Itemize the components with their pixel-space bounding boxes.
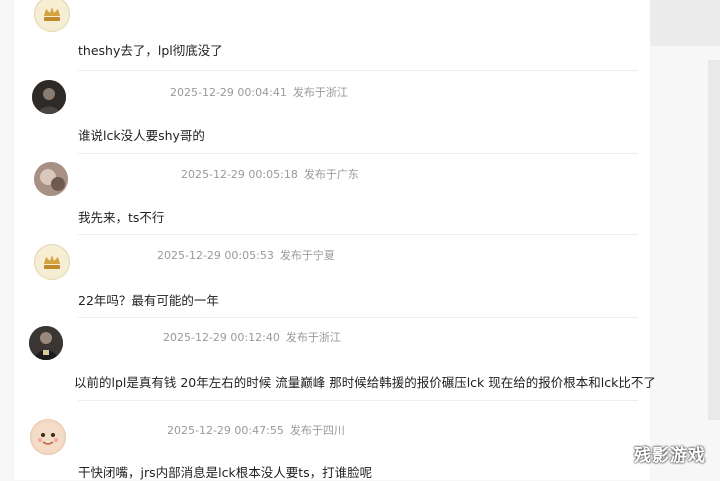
comment-text: theshy去了，lpl彻底没了 (78, 43, 223, 58)
photo-icon (34, 162, 68, 196)
avatar[interactable] (32, 80, 66, 114)
comment-meta: 2025-12-29 00:04:41 发布于浙江 (170, 84, 348, 100)
divider (78, 153, 638, 154)
comment-date: 2025-12-29 00:05:18 (181, 168, 298, 181)
comment-date: 2025-12-29 00:04:41 (170, 86, 287, 99)
crown-badge-icon (37, 247, 67, 277)
comment-meta: 2025-12-29 00:05:18 发布于广东 (181, 166, 359, 182)
comment-location: 发布于浙江 (285, 331, 341, 344)
comment-meta: 2025-12-29 00:05:53 发布于宁夏 (157, 247, 335, 263)
cartoon-face-icon (33, 422, 63, 452)
comment-date: 2025-12-29 00:47:55 (167, 424, 284, 437)
scrollbar[interactable] (708, 60, 720, 420)
comment-location: 发布于宁夏 (279, 249, 335, 262)
crown-badge-icon (37, 0, 67, 29)
divider (78, 317, 638, 318)
comment-text: 干快闭嘴，jrs内部消息是lck根本没人要ts，打谁脸呢 (78, 465, 373, 480)
divider (78, 70, 638, 71)
comment-text: 我先来，ts不行 (78, 210, 165, 225)
comment-date: 2025-12-29 00:05:53 (157, 249, 274, 262)
comment-location: 发布于浙江 (292, 86, 348, 99)
portrait-icon (32, 80, 66, 114)
comment-meta: 2025-12-29 00:12:40 发布于浙江 (163, 329, 341, 345)
comment-text: 谁说lck没人要shy哥的 (78, 128, 205, 143)
avatar[interactable] (34, 244, 70, 280)
divider (78, 400, 638, 401)
comment-meta: 2025-12-29 00:47:55 发布于四川 (167, 422, 345, 438)
avatar[interactable] (34, 162, 68, 196)
comment-location: 发布于广东 (303, 168, 359, 181)
dark-shirt-icon (29, 326, 63, 360)
comment-text: 22年吗？最有可能的一年 (78, 293, 219, 308)
comment-panel (14, 0, 650, 480)
divider (78, 234, 638, 235)
side-panel (650, 0, 720, 46)
comment-date: 2025-12-29 00:12:40 (163, 331, 280, 344)
watermark: 残影游戏 (634, 446, 706, 466)
comment-text: 以前的lpl是真有钱 20年左右的时候 流量巅峰 那时候给韩援的报价碾压lck … (74, 375, 656, 390)
avatar[interactable] (30, 419, 66, 455)
avatar[interactable] (29, 326, 63, 360)
comment-location: 发布于四川 (289, 424, 345, 437)
